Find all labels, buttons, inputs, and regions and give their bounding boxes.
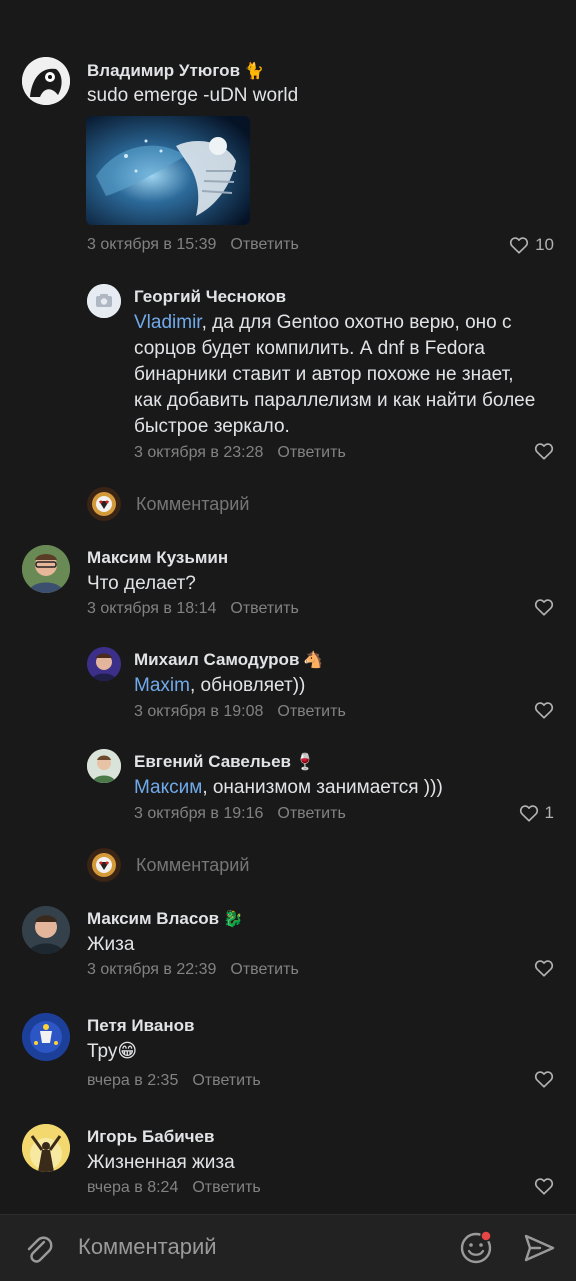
comment-author[interactable]: Максим Кузьмин (87, 548, 228, 568)
author-badge: 🍷 (295, 754, 315, 771)
comment-text: Жиза (87, 934, 135, 955)
send-icon[interactable] (522, 1231, 556, 1265)
heart-icon (534, 442, 554, 460)
like-button[interactable] (534, 701, 554, 719)
comment-time: вчера в 8:24 (87, 1179, 179, 1196)
reply-button[interactable]: Ответить (230, 600, 298, 617)
comment-meta: вчера в 8:24 Ответить (87, 1179, 261, 1197)
mention-link[interactable]: Maxim (134, 675, 190, 696)
comment-time: 3 октября в 19:16 (134, 805, 264, 822)
like-count: 1 (544, 803, 554, 822)
comment-author[interactable]: Евгений Савельев 🍷 (134, 752, 315, 772)
comment-text: Vladimir, да для Gentoo охотно верю, оно… (134, 312, 536, 437)
avatar[interactable] (22, 545, 70, 593)
heart-icon (534, 598, 554, 616)
like-button[interactable] (534, 1177, 554, 1195)
inline-reply-placeholder: Комментарий (136, 855, 250, 875)
comment-meta: 3 октября в 15:39 Ответить (87, 236, 299, 254)
like-button[interactable] (534, 1070, 554, 1088)
comment-composer: Комментарий (0, 1214, 576, 1281)
like-count: 10 (535, 235, 554, 254)
comment-input[interactable]: Комментарий (78, 1234, 217, 1260)
comment-author[interactable]: Игорь Бабичев (87, 1127, 214, 1147)
author-badge: 🐴 (303, 652, 324, 669)
reply-button[interactable]: Ответить (192, 1179, 260, 1196)
inline-reply-field[interactable]: Комментарий (0, 485, 576, 525)
comment-meta: 3 октября в 23:28 Ответить (134, 444, 346, 462)
like-button[interactable]: 10 (509, 235, 554, 255)
heart-icon (534, 1070, 554, 1088)
paperclip-icon[interactable] (22, 1233, 54, 1265)
avatar[interactable] (22, 1013, 70, 1061)
comment-text: Что делает? (87, 573, 196, 594)
comment-meta: вчера в 2:35 Ответить (87, 1072, 261, 1090)
avatar[interactable] (87, 647, 121, 681)
my-avatar (87, 487, 121, 521)
camera-icon (87, 284, 121, 318)
reply-button[interactable]: Ответить (192, 1072, 260, 1089)
comment-author[interactable]: Максим Власов 🐉 (87, 909, 243, 929)
comment-time: 3 октября в 22:39 (87, 961, 217, 978)
comment-image[interactable] (86, 116, 250, 225)
avatar[interactable] (87, 749, 121, 783)
author-badge: 🐈 (244, 63, 264, 80)
reply-button[interactable]: Ответить (230, 961, 298, 978)
comment-time: вчера в 2:35 (87, 1072, 179, 1089)
avatar[interactable] (22, 1124, 70, 1172)
comment-author[interactable]: Владимир Утюгов 🐈 (87, 61, 264, 81)
comment-meta: 3 октября в 22:39 Ответить (87, 961, 299, 979)
comment-text: Maxim, обновляет)) (134, 675, 306, 696)
comment-author[interactable]: Георгий Чесноков (134, 287, 286, 307)
comment-meta: 3 октября в 19:08 Ответить (134, 703, 346, 721)
comment-author[interactable]: Петя Иванов (87, 1016, 194, 1036)
comment-meta: 3 октября в 18:14 Ответить (87, 600, 299, 618)
comment-time: 3 октября в 19:08 (134, 703, 264, 720)
comment-time: 3 октября в 15:39 (87, 236, 217, 253)
my-avatar (87, 848, 121, 882)
heart-icon (509, 236, 529, 254)
comment-text: Максим, онанизмом занимается ))) (134, 777, 443, 798)
like-button[interactable] (534, 598, 554, 616)
comment-time: 3 октября в 18:14 (87, 600, 217, 617)
reply-button[interactable]: Ответить (230, 236, 298, 253)
inline-reply-field[interactable]: Комментарий (0, 846, 576, 886)
comment-text: sudo emerge -uDN world (87, 85, 299, 106)
author-badge: 🐉 (223, 911, 244, 928)
avatar[interactable] (87, 284, 121, 318)
heart-icon (534, 701, 554, 719)
mention-link[interactable]: Максим (134, 777, 202, 798)
heart-icon (519, 804, 539, 822)
comment-author[interactable]: Михаил Самодуров 🐴 (134, 650, 323, 670)
heart-icon (534, 959, 554, 977)
like-button[interactable] (534, 442, 554, 460)
avatar[interactable] (22, 57, 70, 105)
mention-link[interactable]: Vladimir (134, 312, 202, 333)
like-button[interactable] (534, 959, 554, 977)
avatar[interactable] (22, 906, 70, 954)
inline-reply-placeholder: Комментарий (136, 494, 250, 514)
reply-button[interactable]: Ответить (277, 805, 345, 822)
reply-button[interactable]: Ответить (277, 703, 345, 720)
heart-icon (534, 1177, 554, 1195)
smiley-icon[interactable] (458, 1229, 494, 1265)
comment-text: Жизненная жиза (87, 1152, 235, 1173)
comment-time: 3 октября в 23:28 (134, 444, 264, 461)
reply-button[interactable]: Ответить (277, 444, 345, 461)
like-button[interactable]: 1 (519, 803, 554, 823)
comment-text: Тру😁 (87, 1041, 138, 1062)
comment-meta: 3 октября в 19:16 Ответить (134, 805, 346, 823)
